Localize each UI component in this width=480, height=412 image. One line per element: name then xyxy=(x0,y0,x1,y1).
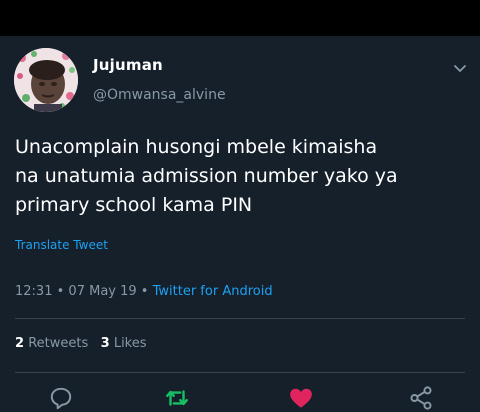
like-label: Likes xyxy=(113,336,147,351)
share-icon[interactable] xyxy=(408,385,434,411)
divider xyxy=(15,318,465,319)
meta-separator: • xyxy=(140,284,149,299)
engagement-stats: 2 Retweets 3 Likes xyxy=(15,336,147,351)
chevron-down-icon[interactable] xyxy=(452,60,468,76)
retweet-count: 2 xyxy=(15,336,25,351)
avatar[interactable] xyxy=(14,48,78,112)
avatar-image xyxy=(14,48,78,112)
retweets-stat[interactable]: 2 Retweets xyxy=(15,336,88,351)
user-handle[interactable]: @Omwansa_alvine xyxy=(93,87,226,103)
tweet-client-link[interactable]: Twitter for Android xyxy=(153,284,273,299)
likes-stat[interactable]: 3 Likes xyxy=(101,336,147,351)
tweet-time: 12:31 xyxy=(15,284,53,299)
like-count: 3 xyxy=(100,336,110,351)
tweet-text-line: na unatumia admission number yako ya xyxy=(15,165,398,187)
meta-separator: • xyxy=(56,284,65,299)
retweet-label: Retweets xyxy=(28,336,89,351)
like-icon[interactable] xyxy=(288,385,314,411)
tweet-metadata: 12:31 • 07 May 19 • Twitter for Android xyxy=(15,284,273,299)
top-black-bar xyxy=(0,0,480,36)
divider xyxy=(15,372,465,373)
retweet-icon[interactable] xyxy=(164,385,190,411)
reply-icon[interactable] xyxy=(48,385,74,411)
translate-tweet-link[interactable]: Translate Tweet xyxy=(15,238,108,252)
display-name[interactable]: Jujuman xyxy=(93,56,163,74)
tweet-text: Unacomplain husongi mbele kimaisha na un… xyxy=(15,133,470,220)
tweet-text-line: Unacomplain husongi mbele kimaisha xyxy=(15,136,378,158)
tweet-date: 07 May 19 xyxy=(68,284,137,299)
tweet-text-line: primary school kama PIN xyxy=(15,194,253,216)
